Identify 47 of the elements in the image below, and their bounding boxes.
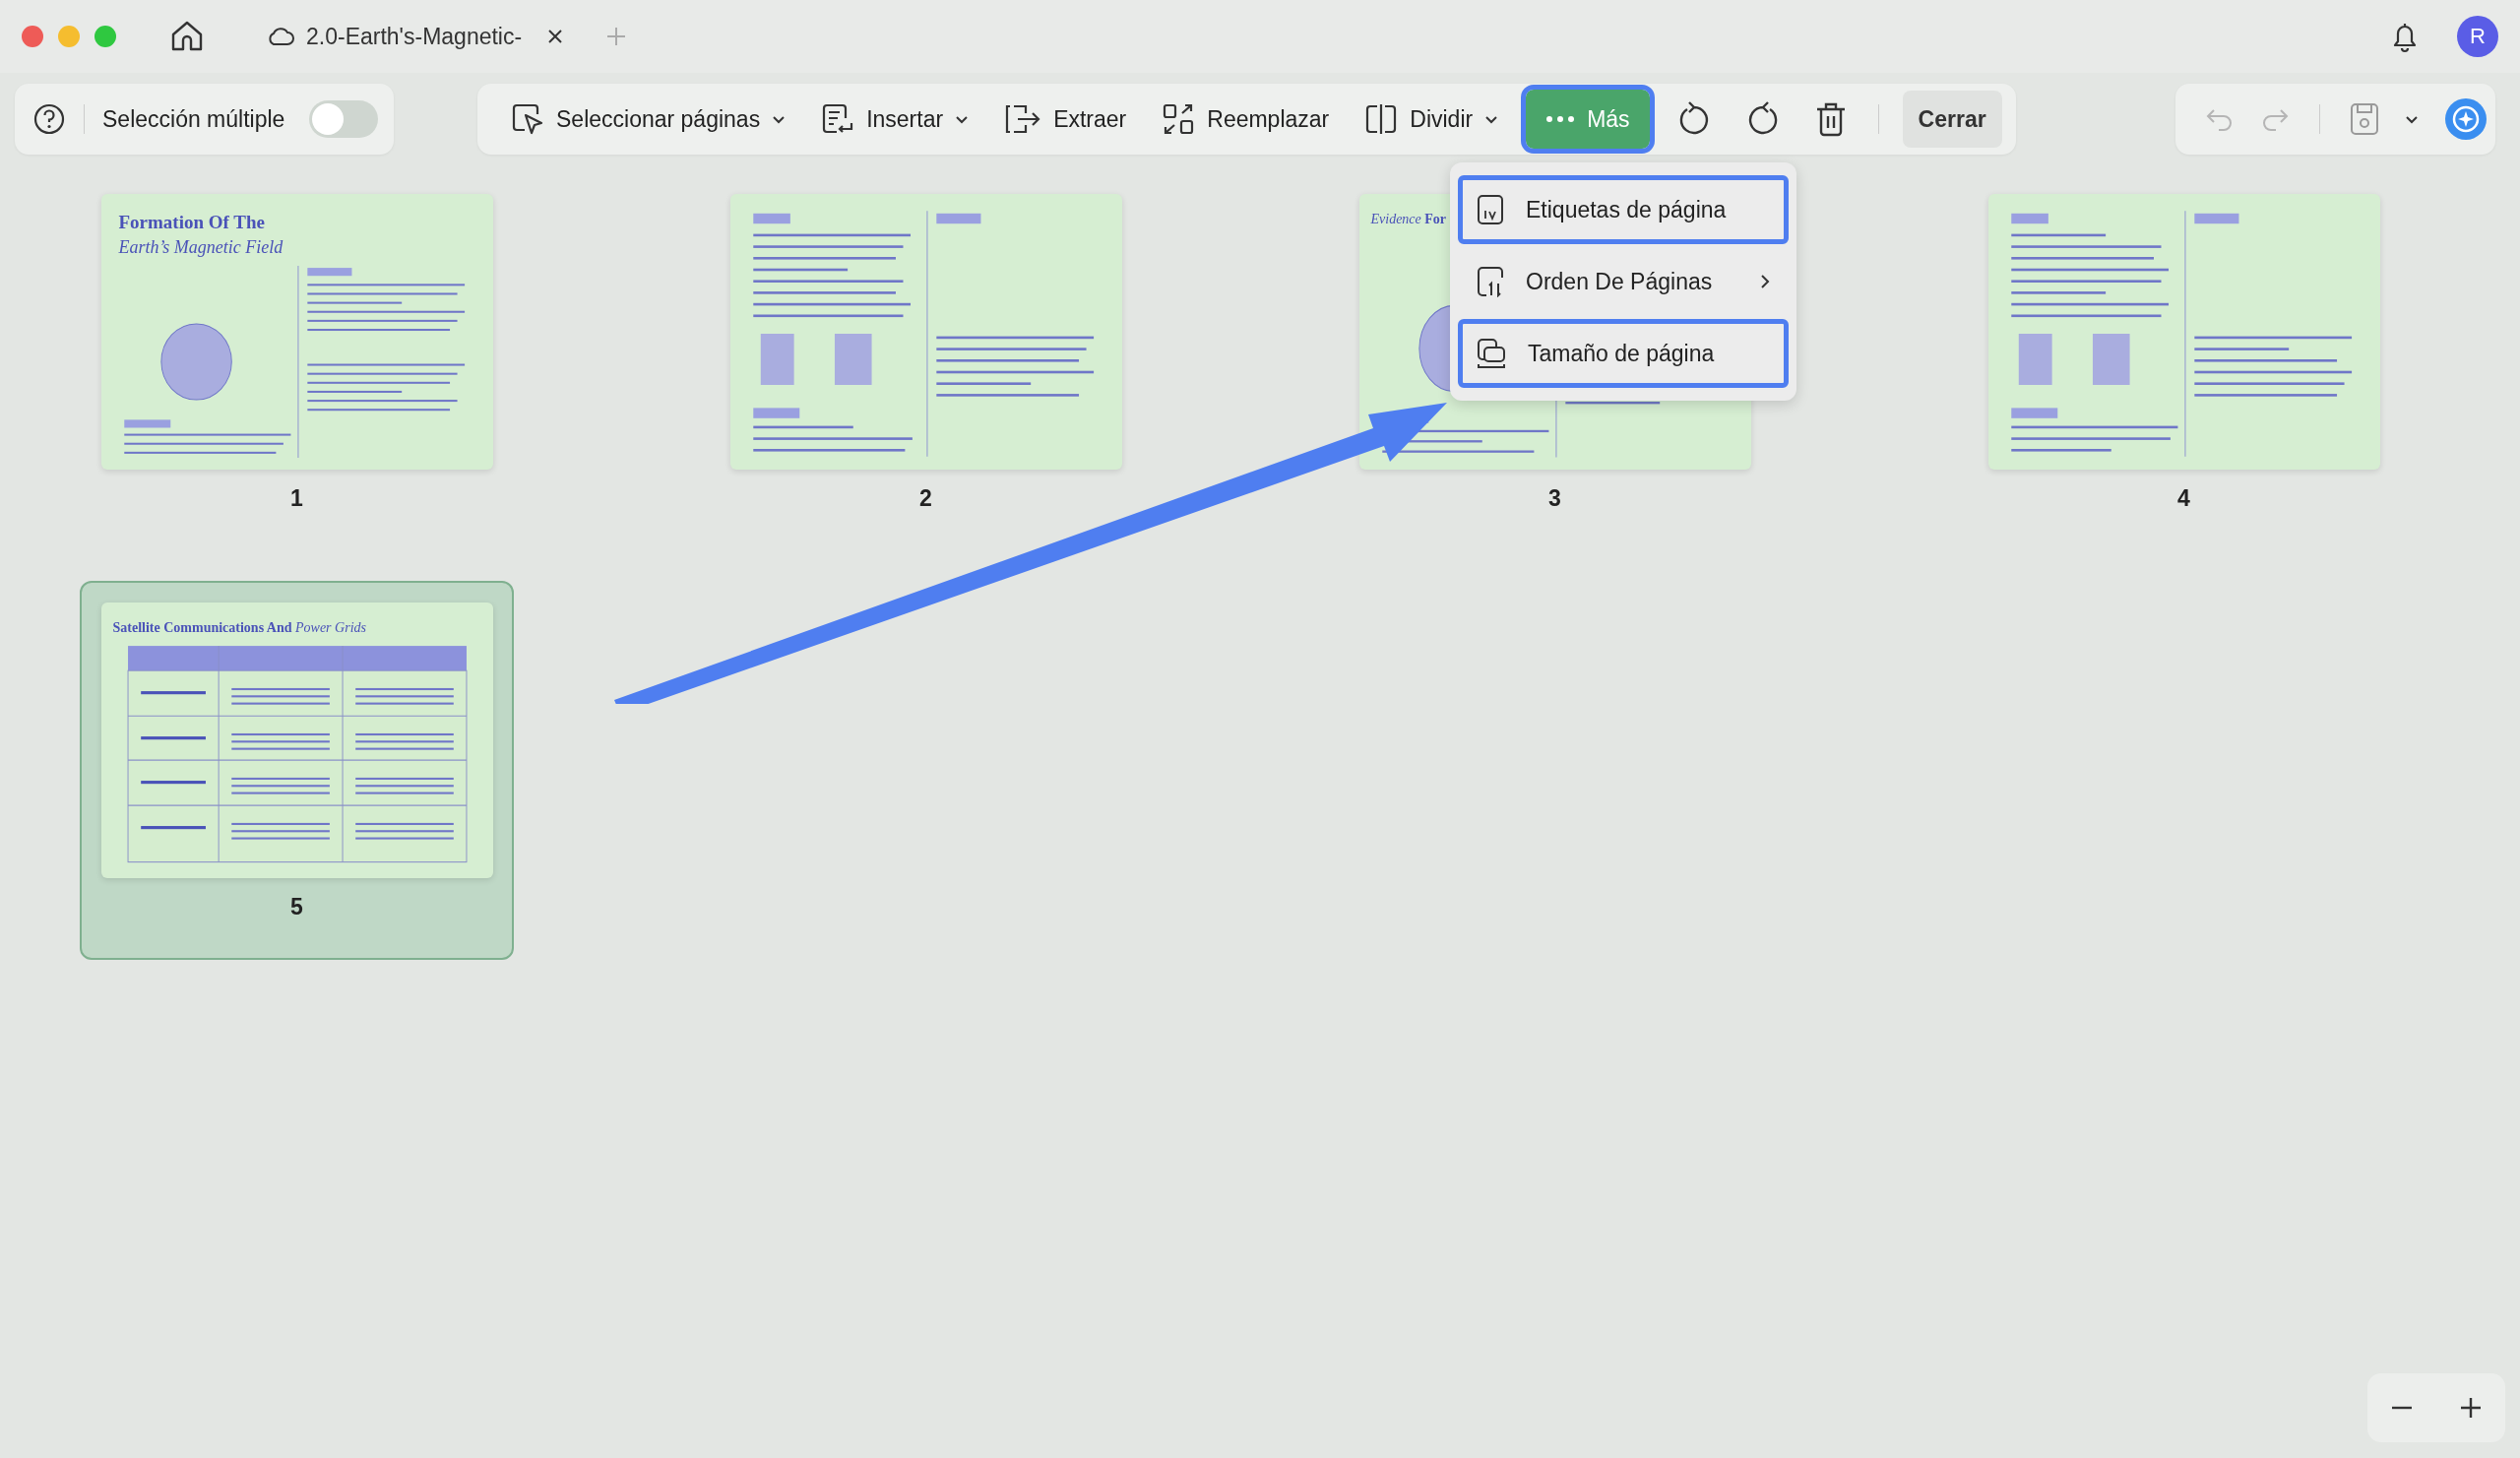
document-tab[interactable]: 2.0-Earth's-Magnetic-: [263, 15, 568, 58]
page-title: Formation Of The: [118, 212, 266, 233]
toolbar-button[interactable]: Dividir: [1356, 90, 1507, 149]
zoom-window-button[interactable]: [94, 26, 116, 47]
close-tab-icon[interactable]: [547, 29, 564, 44]
more-dots-icon: [1545, 115, 1576, 123]
toolbar-button[interactable]: Reemplazar: [1154, 90, 1338, 149]
cloud-icon: [267, 27, 294, 46]
multi-select-label: Selección múltiple: [102, 105, 285, 133]
page-number: 4: [2177, 485, 2190, 512]
close-button[interactable]: Cerrar: [1902, 91, 2002, 148]
page-label-icon: [1477, 194, 1504, 225]
toolbar-button[interactable]: Extraer: [996, 90, 1135, 149]
toolbar-button[interactable]: Seleccionar páginas: [503, 90, 794, 149]
page-thumbnail[interactable]: Formation Of The Earth’s Magnetic Field: [100, 194, 493, 470]
split-page-icon: [1364, 102, 1399, 136]
select-pointer-icon: [511, 102, 544, 136]
help-icon[interactable]: [32, 102, 66, 136]
menu-item[interactable]: Etiquetas de página: [1458, 175, 1789, 244]
page-thumbnail[interactable]: Satellite Communications And Power Grids: [100, 602, 493, 878]
save-icon[interactable]: [2350, 102, 2379, 136]
page-title: Satellite Communications And Power Grids: [112, 620, 367, 636]
extract-icon: [1004, 102, 1042, 136]
caret-icon[interactable]: [2405, 114, 2419, 124]
zoom-in-icon[interactable]: [2460, 1397, 2482, 1419]
replace-icon: [1162, 102, 1196, 136]
toolbar-button[interactable]: Insertar: [813, 90, 977, 149]
user-avatar[interactable]: R: [2457, 16, 2498, 57]
page-number: 2: [919, 485, 932, 512]
page-subtitle: Earth’s Magnetic Field: [118, 237, 284, 258]
delete-icon[interactable]: [1814, 101, 1847, 137]
page-number: 1: [290, 485, 303, 512]
page-order-icon: [1477, 266, 1504, 297]
page-number: 5: [290, 894, 303, 920]
multi-select-toggle[interactable]: [309, 100, 378, 138]
close-window-button[interactable]: [22, 26, 43, 47]
zoom-out-icon[interactable]: [2391, 1406, 2413, 1410]
page-size-icon: [1477, 338, 1506, 369]
selected-page-highlight[interactable]: Satellite Communications And Power Grids 5: [80, 581, 514, 960]
new-tab-icon[interactable]: [606, 27, 627, 46]
menu-item[interactable]: Orden De Páginas: [1458, 247, 1789, 316]
ai-assistant-icon[interactable]: [2444, 97, 2488, 141]
page-title: Evidence For: [1370, 212, 1448, 227]
page-number: 3: [1548, 485, 1561, 512]
insert-document-icon: [821, 102, 855, 136]
menu-item[interactable]: Tamaño de página: [1458, 319, 1789, 388]
home-icon[interactable]: [170, 21, 204, 52]
